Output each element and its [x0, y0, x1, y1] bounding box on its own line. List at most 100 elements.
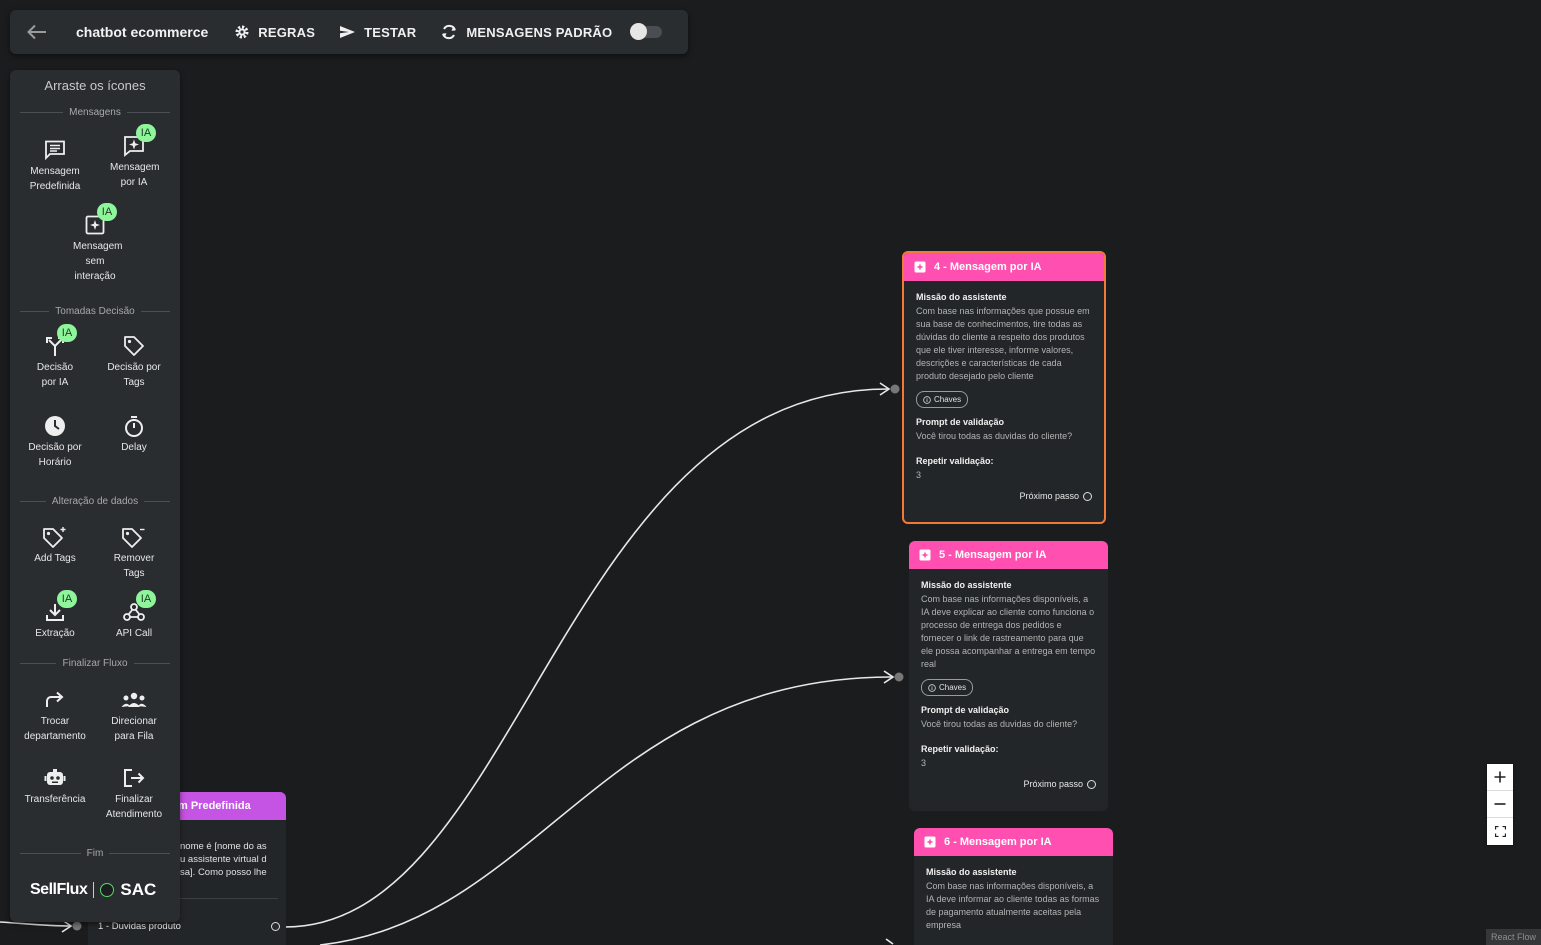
node-text-line: sa]. Como posso lhe: [180, 867, 267, 878]
node-option-label: 1 - Duvidas produto: [98, 921, 181, 932]
ia-badge: IA: [136, 590, 156, 608]
section-decisions: Tomadas Decisão: [20, 306, 170, 317]
product-name: SAC: [120, 880, 157, 899]
mission-text: Com base nas informações disponíveis, a …: [926, 881, 1100, 930]
node-6-ia-message[interactable]: 6 - Mensagem por IA Missão do assistente…: [914, 828, 1113, 945]
tool-message-no-interaction[interactable]: IA Mensagem sem interação: [55, 203, 135, 284]
node-option-row[interactable]: 1 - Duvidas produto: [98, 921, 280, 932]
handle-target-node-4: [890, 384, 900, 394]
sparkle-box-icon: [914, 261, 926, 273]
tool-transfer[interactable]: Transferência: [15, 766, 95, 807]
tool-decision-time[interactable]: Decisão por Horário: [15, 414, 95, 470]
next-step-row: Próximo passo: [916, 490, 1092, 503]
sellflux-sac-logo: SellFlux SAC: [30, 880, 156, 900]
fit-view-button[interactable]: [1487, 818, 1513, 845]
section-data-changes: Alteração de dados: [20, 496, 170, 507]
tool-predefined-message[interactable]: Mensagem Predefinida: [15, 138, 95, 194]
flow-title: chatbot ecommerce: [76, 24, 209, 40]
tool-decision-ia[interactable]: IA Decisão por IA: [15, 324, 95, 390]
minus-icon: [1494, 803, 1506, 805]
test-button[interactable]: TESTAR: [339, 25, 416, 40]
tool-label: Decisão por IA: [36, 362, 74, 388]
tool-label: Finalizar Atendimento: [105, 794, 163, 820]
zoom-out-button[interactable]: [1487, 791, 1513, 818]
repeat-label: Repetir validação:: [916, 456, 994, 466]
tool-label: Trocar departamento: [24, 716, 86, 742]
default-messages-button[interactable]: MENSAGENS PADRÃO: [440, 23, 612, 41]
tag-icon: [124, 336, 144, 356]
edge-to-node-5: [319, 676, 893, 945]
default-messages-label: MENSAGENS PADRÃO: [466, 24, 613, 40]
handle-source-next-step[interactable]: [1087, 780, 1096, 789]
tool-direct-queue[interactable]: Direcionar para Fila: [94, 688, 174, 744]
tool-label: Remover Tags: [113, 553, 155, 579]
keys-chip[interactable]: Chaves: [916, 391, 969, 408]
edge-to-node-4: [284, 388, 889, 928]
node-title: 5 - Mensagem por IA: [939, 549, 1047, 561]
prompt-label: Prompt de validação: [921, 705, 1010, 715]
info-icon: [928, 683, 936, 692]
edge-arrow-node-4: [879, 382, 891, 396]
edge-arrow-node-5: [883, 670, 895, 684]
tool-decision-tags[interactable]: Decisão por Tags: [94, 334, 174, 390]
section-label: Fim: [86, 848, 104, 859]
handle-source-option-1[interactable]: [271, 922, 280, 931]
keys-label: Chaves: [939, 683, 967, 692]
node-title: 6 - Mensagem por IA: [944, 836, 1052, 848]
clock-icon: [45, 416, 65, 436]
redirect-arrow-icon: [46, 691, 64, 707]
sac-logo-icon: [100, 883, 115, 897]
tool-label: Delay: [121, 442, 147, 453]
back-button[interactable]: [24, 19, 50, 45]
node-header: 5 - Mensagem por IA: [909, 541, 1108, 569]
sidebar-header: Arraste os ícones: [44, 78, 146, 93]
tool-label: Decisão por Tags: [107, 362, 161, 388]
prompt-text: Você tirou todas as duvidas do cliente?: [916, 431, 1073, 441]
tool-api-call[interactable]: IA API Call: [94, 590, 174, 641]
node-5-ia-message[interactable]: 5 - Mensagem por IA Missão do assistente…: [909, 541, 1108, 811]
rules-button[interactable]: REGRAS: [234, 24, 315, 40]
tool-label: Transferência: [24, 794, 86, 805]
gear-icon: [235, 25, 249, 39]
section-label: Mensagens: [69, 107, 121, 118]
send-icon: [340, 26, 356, 38]
ia-badge: IA: [57, 590, 77, 608]
tag-minus-icon: [122, 528, 145, 548]
handle-source-next-step[interactable]: [1083, 492, 1092, 501]
default-messages-toggle[interactable]: [630, 23, 663, 40]
tool-delay[interactable]: Delay: [94, 414, 174, 455]
ia-badge: IA: [97, 203, 117, 221]
zoom-in-button[interactable]: [1487, 764, 1513, 791]
tool-label: Extração: [35, 628, 75, 639]
brand-name: SellFlux: [30, 881, 88, 898]
tool-label: Mensagem sem interação: [73, 241, 123, 282]
tool-finish-service[interactable]: Finalizar Atendimento: [94, 766, 174, 822]
node-4-ia-message[interactable]: 4 - Mensagem por IA Missão do assistente…: [902, 251, 1106, 524]
toggle-knob: [630, 23, 648, 40]
zoom-controls: [1487, 764, 1513, 845]
tool-change-department[interactable]: Trocar departamento: [15, 688, 95, 744]
tool-label: Mensagem por IA: [110, 162, 160, 188]
section-finish-flow: Finalizar Fluxo: [20, 658, 170, 669]
tool-label: API Call: [115, 628, 153, 639]
section-label: Tomadas Decisão: [55, 306, 135, 317]
repeat-value: 3: [916, 470, 922, 480]
sparkle-box-icon: [919, 549, 931, 561]
react-flow-attribution[interactable]: React Flow: [1485, 929, 1541, 945]
tool-extraction[interactable]: IA Extração: [15, 590, 95, 641]
keys-label: Chaves: [934, 395, 962, 404]
mission-text: Com base nas informações que possue em s…: [916, 306, 1090, 381]
keys-chip[interactable]: Chaves: [921, 679, 974, 696]
tag-plus-icon: [43, 527, 66, 548]
tool-ia-message[interactable]: IA Mensagem por IA: [94, 124, 174, 190]
prompt-label: Prompt de validação: [916, 417, 1005, 427]
node-header: 4 - Mensagem por IA: [904, 253, 1104, 281]
next-step-row: Próximo passo: [921, 778, 1096, 791]
robot-icon: [44, 769, 66, 785]
flow-canvas[interactable]: m Predefinida nome é [nome do as u assis…: [0, 0, 1541, 945]
node-text-line: nome é [nome do as: [180, 841, 267, 852]
test-label: TESTAR: [364, 24, 417, 40]
repeat-value: 3: [921, 758, 927, 768]
tool-add-tags[interactable]: Add Tags: [15, 525, 95, 566]
tool-remove-tags[interactable]: Remover Tags: [94, 525, 174, 581]
